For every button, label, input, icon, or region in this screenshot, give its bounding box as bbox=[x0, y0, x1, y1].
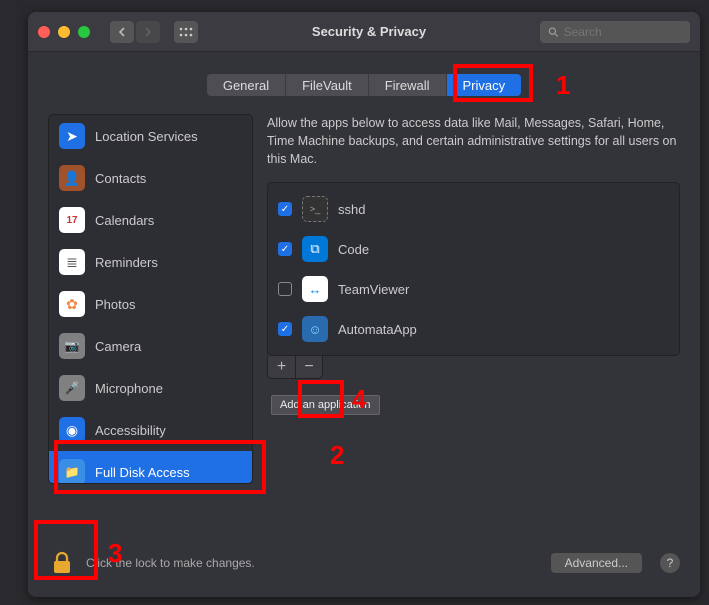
sidebar-item-label: Microphone bbox=[95, 381, 163, 396]
app-row-sshd[interactable]: ✓ >_ sshd bbox=[268, 189, 679, 229]
terminal-icon: >_ bbox=[302, 196, 328, 222]
lock-icon bbox=[51, 551, 73, 575]
window-title: Security & Privacy bbox=[208, 24, 530, 39]
checkbox[interactable]: ✓ bbox=[278, 202, 292, 216]
tab-privacy[interactable]: Privacy bbox=[447, 74, 522, 96]
app-row-automata[interactable]: ✓ ☺ AutomataApp bbox=[268, 309, 679, 349]
checkbox[interactable]: ✓ bbox=[278, 322, 292, 336]
sidebar-item-accessibility[interactable]: ◉ Accessibility bbox=[49, 409, 252, 451]
category-sidebar[interactable]: ➤ Location Services 👤 Contacts 17 Calend… bbox=[48, 114, 253, 484]
sidebar-item-contacts[interactable]: 👤 Contacts bbox=[49, 157, 252, 199]
app-name: TeamViewer bbox=[338, 282, 409, 297]
close-button[interactable] bbox=[38, 26, 50, 38]
sidebar-item-photos[interactable]: ✿ Photos bbox=[49, 283, 252, 325]
minimize-button[interactable] bbox=[58, 26, 70, 38]
search-icon bbox=[548, 26, 559, 38]
help-button[interactable]: ? bbox=[660, 553, 680, 573]
window-controls bbox=[38, 26, 90, 38]
robot-icon: ☺ bbox=[302, 316, 328, 342]
sidebar-item-label: Location Services bbox=[95, 129, 198, 144]
forward-button[interactable] bbox=[136, 21, 160, 43]
nav-buttons bbox=[110, 21, 160, 43]
prefs-window: Security & Privacy General FileVault Fir… bbox=[28, 12, 700, 597]
app-name: sshd bbox=[338, 202, 365, 217]
app-row-teamviewer[interactable]: ↔ TeamViewer bbox=[268, 269, 679, 309]
calendar-icon: 17 bbox=[59, 207, 85, 233]
tab-general[interactable]: General bbox=[207, 74, 286, 96]
lock-button[interactable] bbox=[48, 549, 76, 577]
sidebar-item-label: Camera bbox=[95, 339, 141, 354]
app-list[interactable]: ✓ >_ sshd ✓ ⧉ Code ↔ TeamViewer ✓ ☺ bbox=[267, 182, 680, 356]
microphone-icon: 🎤 bbox=[59, 375, 85, 401]
sidebar-item-label: Photos bbox=[95, 297, 135, 312]
search-input[interactable] bbox=[564, 25, 682, 39]
add-remove-bar: + − bbox=[267, 356, 323, 379]
sidebar-item-calendars[interactable]: 17 Calendars bbox=[49, 199, 252, 241]
location-icon: ➤ bbox=[59, 123, 85, 149]
reminders-icon: ≣ bbox=[59, 249, 85, 275]
sidebar-item-full-disk-access[interactable]: 📁 Full Disk Access bbox=[49, 451, 252, 484]
sidebar-item-camera[interactable]: 📷 Camera bbox=[49, 325, 252, 367]
accessibility-icon: ◉ bbox=[59, 417, 85, 443]
sidebar-item-microphone[interactable]: 🎤 Microphone bbox=[49, 367, 252, 409]
app-name: Code bbox=[338, 242, 369, 257]
back-button[interactable] bbox=[110, 21, 134, 43]
search-field[interactable] bbox=[540, 21, 690, 43]
content: ➤ Location Services 👤 Contacts 17 Calend… bbox=[48, 114, 680, 484]
sidebar-item-label: Calendars bbox=[95, 213, 154, 228]
teamviewer-icon: ↔ bbox=[302, 276, 328, 302]
tab-firewall[interactable]: Firewall bbox=[369, 74, 447, 96]
sidebar-item-label: Full Disk Access bbox=[95, 465, 190, 480]
sidebar-item-label: Contacts bbox=[95, 171, 146, 186]
detail-pane: Allow the apps below to access data like… bbox=[267, 114, 680, 484]
folder-icon: 📁 bbox=[59, 459, 85, 484]
checkbox[interactable] bbox=[278, 282, 292, 296]
sidebar-item-location[interactable]: ➤ Location Services bbox=[49, 115, 252, 157]
show-all-button[interactable] bbox=[174, 21, 198, 43]
tooltip: Add an application bbox=[271, 395, 380, 415]
description-text: Allow the apps below to access data like… bbox=[267, 114, 680, 168]
zoom-button[interactable] bbox=[78, 26, 90, 38]
contacts-icon: 👤 bbox=[59, 165, 85, 191]
lock-text: Click the lock to make changes. bbox=[86, 556, 541, 570]
photos-icon: ✿ bbox=[59, 291, 85, 317]
sidebar-item-label: Reminders bbox=[95, 255, 158, 270]
sidebar-item-reminders[interactable]: ≣ Reminders bbox=[49, 241, 252, 283]
tab-filevault[interactable]: FileVault bbox=[286, 74, 369, 96]
titlebar: Security & Privacy bbox=[28, 12, 700, 52]
app-name: AutomataApp bbox=[338, 322, 417, 337]
remove-button[interactable]: − bbox=[295, 356, 322, 378]
app-row-code[interactable]: ✓ ⧉ Code bbox=[268, 229, 679, 269]
tab-bar: General FileVault Firewall Privacy bbox=[28, 74, 700, 96]
add-button[interactable]: + bbox=[268, 356, 295, 378]
camera-icon: 📷 bbox=[59, 333, 85, 359]
vscode-icon: ⧉ bbox=[302, 236, 328, 262]
advanced-button[interactable]: Advanced... bbox=[551, 553, 642, 573]
sidebar-item-label: Accessibility bbox=[95, 423, 166, 438]
footer: Click the lock to make changes. Advanced… bbox=[48, 549, 680, 577]
checkbox[interactable]: ✓ bbox=[278, 242, 292, 256]
